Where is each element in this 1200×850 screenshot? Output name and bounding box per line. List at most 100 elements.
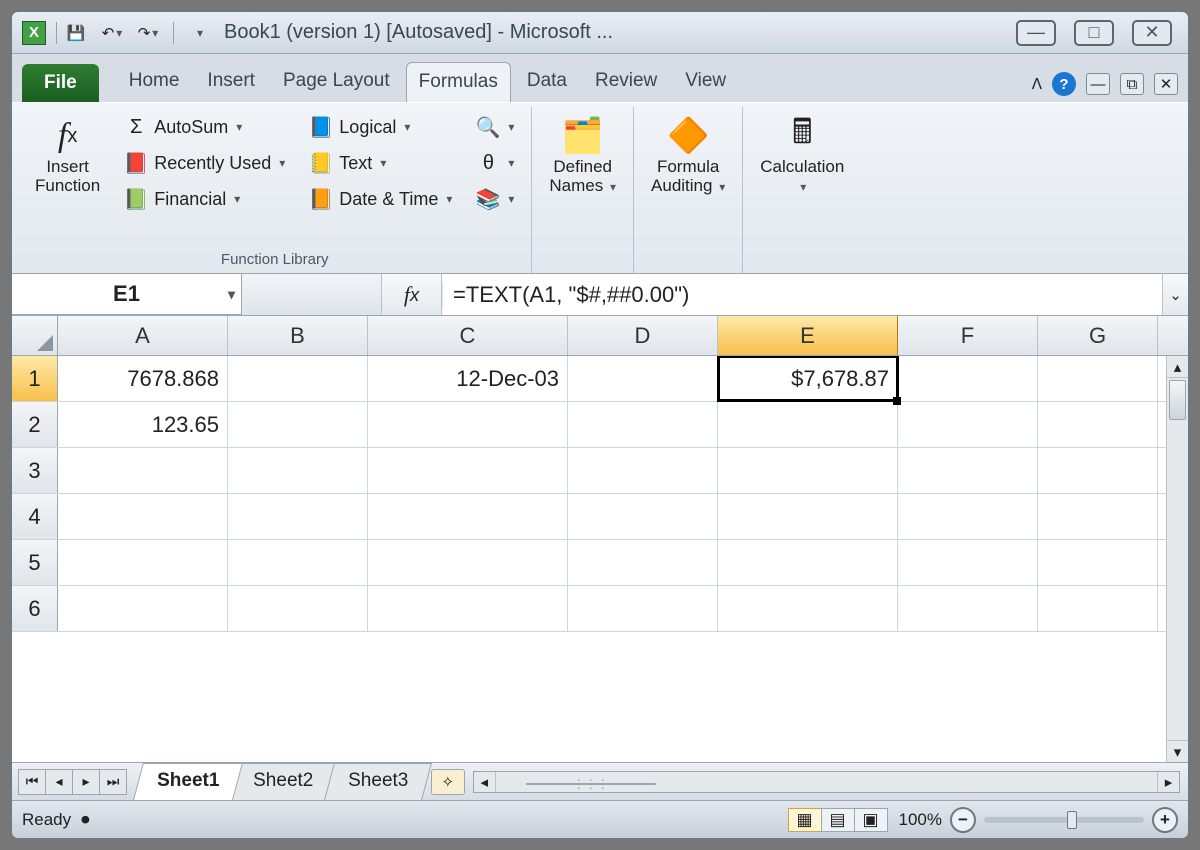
cell-D4[interactable] xyxy=(568,494,718,539)
cell-F4[interactable] xyxy=(898,494,1038,539)
cell-C3[interactable] xyxy=(368,448,568,493)
scroll-up-button[interactable]: ▴ xyxy=(1167,356,1188,378)
formula-auditing-button[interactable]: 🔶 Formula Auditing ▾ xyxy=(642,109,734,196)
tab-review[interactable]: Review xyxy=(583,62,669,102)
cell-G6[interactable] xyxy=(1038,586,1158,631)
cell-A1[interactable]: 7678.868 xyxy=(58,356,228,401)
cell-C4[interactable] xyxy=(368,494,568,539)
row-header-2[interactable]: 2 xyxy=(12,402,58,447)
scroll-right-button[interactable]: ▸ xyxy=(1157,772,1179,792)
workbook-restore-button[interactable]: ⧉ xyxy=(1120,73,1144,95)
insert-function-button[interactable]: fx Insert Function xyxy=(26,109,109,196)
select-all-corner[interactable] xyxy=(12,316,58,355)
minimize-button[interactable]: — xyxy=(1016,20,1056,46)
column-header-D[interactable]: D xyxy=(568,316,718,355)
cell-E5[interactable] xyxy=(718,540,898,585)
cell-A2[interactable]: 123.65 xyxy=(58,402,228,447)
column-header-E[interactable]: E xyxy=(718,316,898,355)
sheet-nav-next[interactable]: ▸ xyxy=(72,769,100,795)
cell-E1[interactable]: $7,678.87 xyxy=(718,356,898,401)
fx-button[interactable]: fx xyxy=(382,274,442,315)
redo-button[interactable]: ↷▾ xyxy=(133,20,163,46)
cell-G4[interactable] xyxy=(1038,494,1158,539)
row-header-4[interactable]: 4 xyxy=(12,494,58,539)
cell-A5[interactable] xyxy=(58,540,228,585)
cell-F5[interactable] xyxy=(898,540,1038,585)
new-sheet-button[interactable]: ✧ xyxy=(431,769,465,795)
scroll-thumb[interactable] xyxy=(1169,380,1186,420)
sheet-nav-last[interactable]: ⏭ xyxy=(99,769,127,795)
view-normal-button[interactable]: ▦ xyxy=(788,808,822,832)
macro-record-icon[interactable]: ⏺ xyxy=(81,810,90,830)
zoom-slider[interactable] xyxy=(984,817,1144,823)
date-time-button[interactable]: 📙Date & Time▾ xyxy=(300,183,461,215)
cell-D3[interactable] xyxy=(568,448,718,493)
scroll-down-button[interactable]: ▾ xyxy=(1167,740,1188,762)
cell-G2[interactable] xyxy=(1038,402,1158,447)
more-functions-button[interactable]: 📚▾ xyxy=(467,183,523,215)
vertical-scrollbar[interactable]: ▴ ▾ xyxy=(1166,356,1188,762)
cell-D1[interactable] xyxy=(568,356,718,401)
maximize-button[interactable]: □ xyxy=(1074,20,1114,46)
qat-customize-button[interactable]: ▾ xyxy=(184,20,214,46)
cell-B2[interactable] xyxy=(228,402,368,447)
cell-B3[interactable] xyxy=(228,448,368,493)
cell-C1[interactable]: 12-Dec-03 xyxy=(368,356,568,401)
workbook-minimize-button[interactable]: — xyxy=(1086,73,1110,95)
column-header-F[interactable]: F xyxy=(898,316,1038,355)
text-button[interactable]: 📒Text▾ xyxy=(300,147,461,179)
save-button[interactable]: 💾 xyxy=(61,20,91,46)
ribbon-collapse-button[interactable]: ᐱ xyxy=(1032,75,1042,93)
cell-B1[interactable] xyxy=(228,356,368,401)
autosum-button[interactable]: ΣAutoSum▾ xyxy=(115,111,294,143)
calculation-button[interactable]: 🖩 Calculation▾ xyxy=(751,109,853,196)
column-header-C[interactable]: C xyxy=(368,316,568,355)
scroll-left-button[interactable]: ◂ xyxy=(474,772,496,792)
recently-used-button[interactable]: 📕Recently Used▾ xyxy=(115,147,294,179)
cell-G3[interactable] xyxy=(1038,448,1158,493)
cell-A3[interactable] xyxy=(58,448,228,493)
cell-A6[interactable] xyxy=(58,586,228,631)
cell-G5[interactable] xyxy=(1038,540,1158,585)
sheet-nav-prev[interactable]: ◂ xyxy=(45,769,73,795)
cell-B4[interactable] xyxy=(228,494,368,539)
tab-view[interactable]: View xyxy=(673,62,738,102)
tab-formulas[interactable]: Formulas xyxy=(406,62,511,102)
row-header-5[interactable]: 5 xyxy=(12,540,58,585)
zoom-out-button[interactable]: − xyxy=(950,807,976,833)
file-tab[interactable]: File xyxy=(22,64,99,102)
tab-data[interactable]: Data xyxy=(515,62,579,102)
cell-A4[interactable] xyxy=(58,494,228,539)
cell-C6[interactable] xyxy=(368,586,568,631)
column-header-B[interactable]: B xyxy=(228,316,368,355)
workbook-close-button[interactable]: ✕ xyxy=(1154,73,1178,95)
sheet-nav-first[interactable]: ⏮ xyxy=(18,769,46,795)
view-page-layout-button[interactable]: ▤ xyxy=(821,808,855,832)
row-header-3[interactable]: 3 xyxy=(12,448,58,493)
column-header-G[interactable]: G xyxy=(1038,316,1158,355)
cell-C2[interactable] xyxy=(368,402,568,447)
close-button[interactable]: ✕ xyxy=(1132,20,1172,46)
row-header-1[interactable]: 1 xyxy=(12,356,58,401)
cell-F2[interactable] xyxy=(898,402,1038,447)
cell-E3[interactable] xyxy=(718,448,898,493)
cell-F6[interactable] xyxy=(898,586,1038,631)
logical-button[interactable]: 📘Logical▾ xyxy=(300,111,461,143)
zoom-value[interactable]: 100% xyxy=(899,810,942,830)
sheet-tab-sheet2[interactable]: Sheet2 xyxy=(229,763,337,800)
chevron-down-icon[interactable]: ▾ xyxy=(228,286,235,303)
cell-B5[interactable] xyxy=(228,540,368,585)
tab-insert[interactable]: Insert xyxy=(195,62,267,102)
help-button[interactable]: ? xyxy=(1052,72,1076,96)
cell-C5[interactable] xyxy=(368,540,568,585)
cell-E2[interactable] xyxy=(718,402,898,447)
formula-bar-expand-button[interactable]: ⌄ xyxy=(1162,274,1188,315)
lookup-reference-button[interactable]: 🔍▾ xyxy=(467,111,523,143)
zoom-slider-thumb[interactable] xyxy=(1067,811,1077,829)
row-header-6[interactable]: 6 xyxy=(12,586,58,631)
horizontal-scrollbar[interactable]: ◂ ⋮⋮⋮ ▸ xyxy=(473,771,1180,793)
math-trig-button[interactable]: θ▾ xyxy=(467,147,523,179)
view-page-break-button[interactable]: ▣ xyxy=(854,808,888,832)
cell-E4[interactable] xyxy=(718,494,898,539)
cell-G1[interactable] xyxy=(1038,356,1158,401)
